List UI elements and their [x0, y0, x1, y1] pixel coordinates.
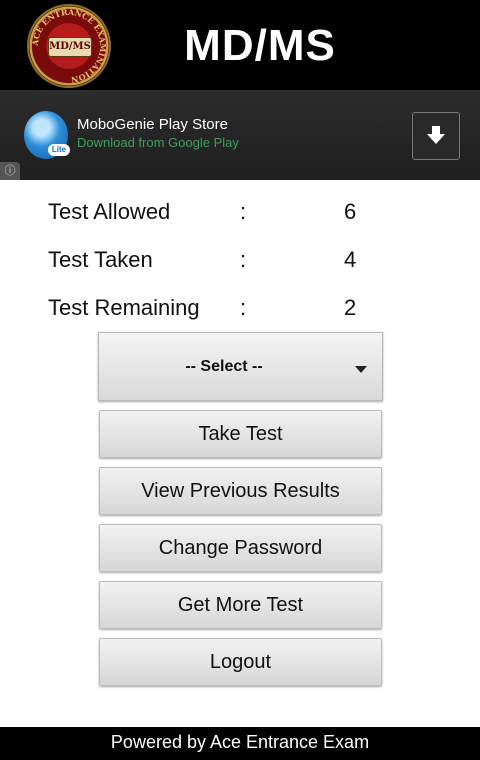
stat-colon: :	[240, 199, 247, 224]
info-icon[interactable]: ⓘ	[0, 162, 20, 180]
ad-download-button[interactable]	[412, 112, 460, 160]
take-test-button[interactable]: Take Test	[99, 410, 382, 458]
ad-title[interactable]: MoboGenie Play Store	[77, 116, 228, 133]
footer-powered-by: Powered by Ace Entrance Exam	[0, 727, 480, 760]
select-value: -- Select --	[185, 358, 263, 375]
stat-label: Test Allowed	[48, 199, 171, 224]
ad-subtitle[interactable]: Download from Google Play	[77, 135, 239, 150]
stat-value: 6	[344, 199, 357, 224]
stat-label: Test Taken	[48, 247, 153, 272]
lite-badge: Lite	[48, 144, 70, 156]
stat-row-test-allowed: Test Allowed : 6	[48, 199, 368, 231]
stat-value: 4	[344, 247, 357, 272]
logout-button[interactable]: Logout	[99, 638, 382, 686]
ad-banner[interactable]	[0, 90, 480, 180]
stat-colon: :	[240, 295, 247, 320]
app-logo: ACE ENTRANCE EXAMINATION MD/MS	[27, 4, 111, 88]
get-more-test-button[interactable]: Get More Test	[99, 581, 382, 629]
download-arrow-icon	[427, 126, 445, 144]
logo-center-label: MD/MS	[48, 37, 92, 57]
stat-label: Test Remaining	[48, 295, 200, 320]
stat-value: 2	[344, 295, 357, 320]
stat-row-test-taken: Test Taken : 4	[48, 247, 368, 279]
stat-row-test-remaining: Test Remaining : 2	[48, 295, 368, 327]
dropdown-caret-icon	[355, 366, 367, 373]
page-title: MD/MS	[184, 21, 336, 70]
view-previous-results-button[interactable]: View Previous Results	[99, 467, 382, 515]
change-password-button[interactable]: Change Password	[99, 524, 382, 572]
test-select-dropdown[interactable]: -- Select --	[98, 332, 383, 401]
stat-colon: :	[240, 247, 247, 272]
